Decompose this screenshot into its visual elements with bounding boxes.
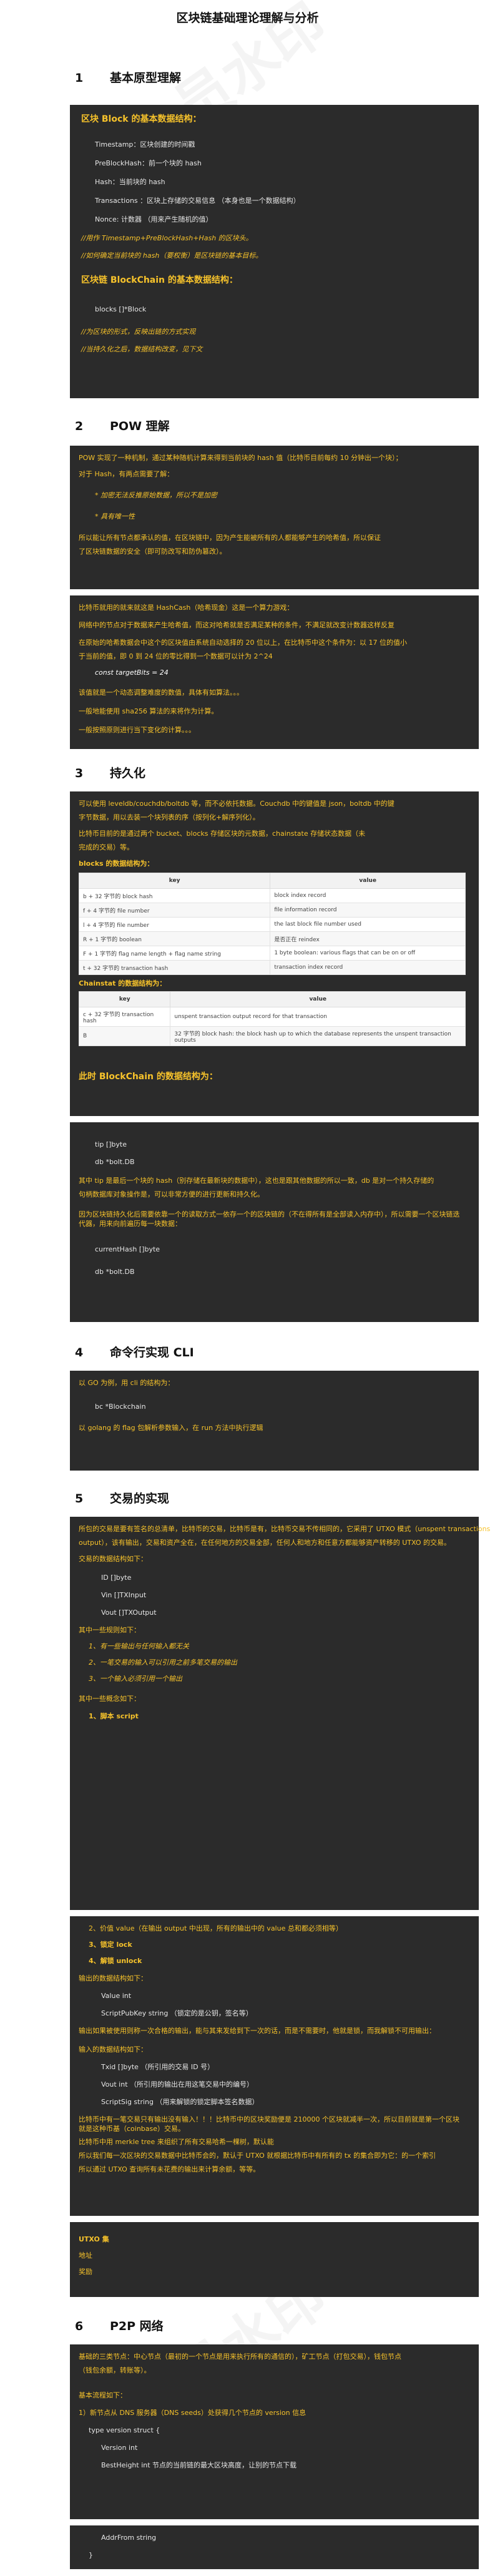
table-row: l + 4 字节的 file number the last block file… bbox=[78, 917, 466, 932]
table-row: b + 32 字节的 block hash block index record bbox=[78, 888, 466, 903]
code-block: POW 实现了一种机制，通过某种随机计算来得到当前块的 hash 值（比特币目前… bbox=[70, 446, 479, 589]
table-row: f + 4 字节的 file number file information re… bbox=[78, 903, 466, 918]
section-heading: 2 POW 理解 bbox=[75, 419, 170, 433]
blocks-table: key value b + 32 字节的 block hash block inde… bbox=[78, 873, 466, 975]
code-block: 所包的交易是要有签名的总清单，比特币的交易，比特币是有，比特币交易不传相同的，它… bbox=[70, 1517, 490, 1910]
section-heading: 5 交易的实现 bbox=[75, 1492, 170, 1506]
table-row: c + 32 字节的 transaction hash unspent trans… bbox=[78, 1007, 466, 1027]
section-heading: 4 命令行实现 CLI bbox=[75, 1346, 194, 1359]
code-block: 可以使用 leveldb/couchdb/boltdb 等，而不必依托数据。Co… bbox=[70, 791, 479, 1116]
table-row: F + 1 字节的 flag name length + flag name s… bbox=[78, 946, 466, 961]
section-heading: 3 持久化 bbox=[75, 766, 146, 780]
code-block: 基础的三类节点：中心节点（最初的一个节点是用来执行所有的通信的），矿工节点（打包… bbox=[70, 2344, 479, 2519]
code-block: 2、价值 value（在输出 output 中出现，所有的输出中的 value … bbox=[70, 1916, 479, 2216]
code-block: 区块 Block 的基本数据结构： Timestamp：区块创建的时间戳 Pre… bbox=[70, 105, 479, 398]
document-page: 会员水印 会员水印 会员水印 会员水印 区块链基础理论理解与分析 1基本原型理解… bbox=[0, 0, 495, 2576]
section-heading: 6 P2P 网络 bbox=[75, 2319, 164, 2333]
table-row: t + 32 字节的 transaction hash transaction i… bbox=[78, 960, 466, 975]
section-heading: 1 基本原型理解 bbox=[75, 71, 182, 85]
code-block: tip []byte db *bolt.DB 其中 tip 是最后一个块的 ha… bbox=[70, 1122, 479, 1322]
table-row: R + 1 字节的 boolean 是否正在 reindex bbox=[78, 931, 466, 946]
code-block: 比特币就用的就来就这是 HashCash（哈希现金）这是一个算力游戏： 网络中的… bbox=[70, 595, 479, 749]
code-block: 以 GO 为例，用 cli 的结构为： bc *Blockchain 以 gol… bbox=[70, 1371, 479, 1471]
chainstate-table: key value c + 32 字节的 transaction hash unsp… bbox=[78, 991, 466, 1046]
code-block: AddrFrom string } bbox=[70, 2525, 479, 2569]
table-row: B 32 字节的 block hash: the block hash up to… bbox=[78, 1026, 466, 1046]
code-block: UTXO 集 地址 奖励 bbox=[70, 2222, 479, 2297]
